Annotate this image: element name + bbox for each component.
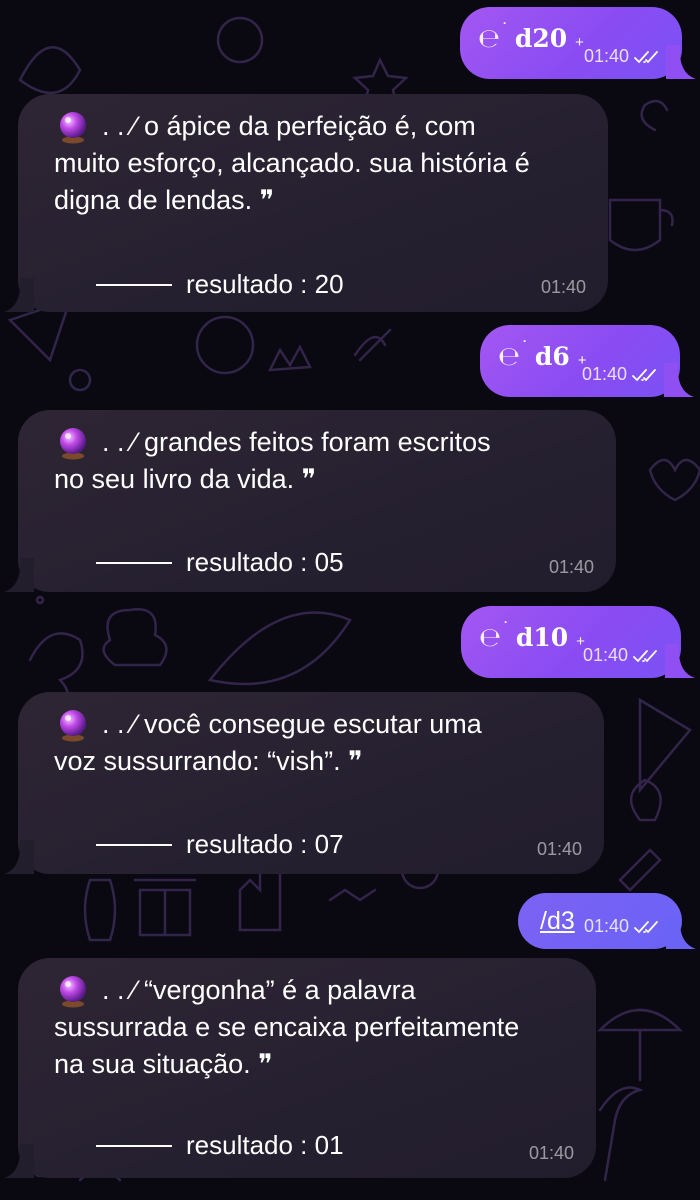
- bubble-tail: [666, 915, 696, 949]
- bubble-tail: [4, 1144, 34, 1178]
- outgoing-message[interactable]: ℮ ˙ d6 + 01:40: [480, 325, 694, 397]
- command-label: d6: [534, 342, 570, 371]
- double-check-icon: [634, 920, 658, 933]
- message-meta: 01:40: [582, 364, 658, 385]
- message-line: digna de lendas. ❞: [54, 185, 275, 215]
- message-time: 01:40: [581, 364, 627, 384]
- dice-command-icon: ℮: [478, 24, 501, 54]
- bubble-tail: [4, 840, 34, 874]
- message-first-line: . . ⁄ você consegue escutar uma: [102, 709, 482, 739]
- message-first-line: . . ⁄ “vergonha” é a palavra: [102, 975, 416, 1005]
- crystal-ball-icon: [60, 976, 86, 1008]
- result-text: resultado : 20: [186, 269, 344, 299]
- roll-result: resultado : 01: [96, 1130, 344, 1161]
- plus-mark: +: [575, 34, 584, 51]
- bubble-tail: [665, 644, 695, 678]
- message-first-line: . . ⁄ o ápice da perfeição é, com: [102, 111, 476, 141]
- result-text: resultado : 01: [186, 1130, 344, 1160]
- bubble-tail: [666, 45, 696, 79]
- result-text: resultado : 05: [186, 547, 344, 577]
- bubble-tail: [664, 363, 694, 397]
- bubble-tail: [4, 558, 34, 592]
- crystal-ball-icon: [60, 428, 86, 460]
- double-check-icon: [634, 50, 658, 63]
- message-first-line: . . ⁄ grandes feitos foram escritos: [102, 427, 491, 457]
- outgoing-message[interactable]: /d3 01:40: [518, 893, 696, 949]
- message-meta: 01:40: [584, 916, 660, 937]
- result-text: resultado : 07: [186, 829, 344, 859]
- message-meta: 01:40: [583, 645, 659, 666]
- message-meta: 01:40: [584, 46, 660, 67]
- message-line: muito esforço, alcançado. sua história é: [54, 148, 530, 178]
- command-label: d20: [514, 24, 568, 53]
- message-time: 01:40: [540, 277, 586, 297]
- message-line: voz sussurrando: “vish”. ❞: [54, 746, 363, 776]
- chat-list[interactable]: ℮ ˙ d20 + 01:40 . . ⁄ o ápice da perfeiç…: [0, 0, 700, 1200]
- message-time: 01:40: [583, 916, 629, 936]
- incoming-message[interactable]: . . ⁄ o ápice da perfeição é, com muito …: [4, 94, 608, 312]
- incoming-message[interactable]: . . ⁄ “vergonha” é a palavra sussurrada …: [4, 958, 596, 1178]
- outgoing-message[interactable]: ℮ ˙ d20 + 01:40: [460, 7, 696, 79]
- message-body: voz sussurrando: “vish”. ❞: [54, 743, 363, 780]
- message-time: 01:40: [536, 839, 582, 859]
- result-rule: [96, 1144, 172, 1147]
- crystal-ball-icon: [60, 112, 86, 144]
- dice-command-icon: ℮: [498, 342, 521, 372]
- double-check-icon: [632, 368, 656, 381]
- result-rule: [96, 561, 172, 564]
- message-time: 01:40: [528, 1143, 574, 1163]
- roll-result: resultado : 07: [96, 829, 344, 860]
- crystal-ball-icon: [60, 710, 86, 742]
- outgoing-message[interactable]: ℮ ˙ d10 + 01:40: [461, 606, 695, 678]
- dice-command-icon: ℮: [479, 623, 502, 653]
- message-body: sussurrada e se encaixa perfeitamente na…: [54, 1009, 519, 1083]
- double-check-icon: [633, 649, 657, 662]
- command-text: ℮ ˙ d6 +: [498, 338, 587, 372]
- result-rule: [96, 843, 172, 846]
- message-line: sussurrada e se encaixa perfeitamente: [54, 1012, 520, 1042]
- command-label: d10: [515, 623, 569, 652]
- message-body: muito esforço, alcançado. sua história é…: [54, 145, 530, 219]
- message-time: 01:40: [583, 46, 629, 66]
- message-time: 01:40: [548, 557, 594, 577]
- message-body: no seu livro da vida. ❞: [54, 461, 316, 498]
- bubble-tail: [4, 278, 34, 312]
- incoming-message[interactable]: . . ⁄ grandes feitos foram escritos no s…: [4, 410, 616, 592]
- roll-result: resultado : 05: [96, 547, 344, 578]
- incoming-message[interactable]: . . ⁄ você consegue escutar uma voz suss…: [4, 692, 604, 874]
- message-time: 01:40: [582, 645, 628, 665]
- command-link[interactable]: /d3: [540, 907, 575, 936]
- message-line: no seu livro da vida. ❞: [54, 464, 317, 494]
- message-line: na sua situação. ❞: [54, 1049, 273, 1079]
- result-rule: [96, 283, 172, 286]
- command-text: ℮ ˙ d10 +: [479, 619, 585, 653]
- command-text: ℮ ˙ d20 +: [478, 20, 584, 54]
- roll-result: resultado : 20: [96, 269, 344, 300]
